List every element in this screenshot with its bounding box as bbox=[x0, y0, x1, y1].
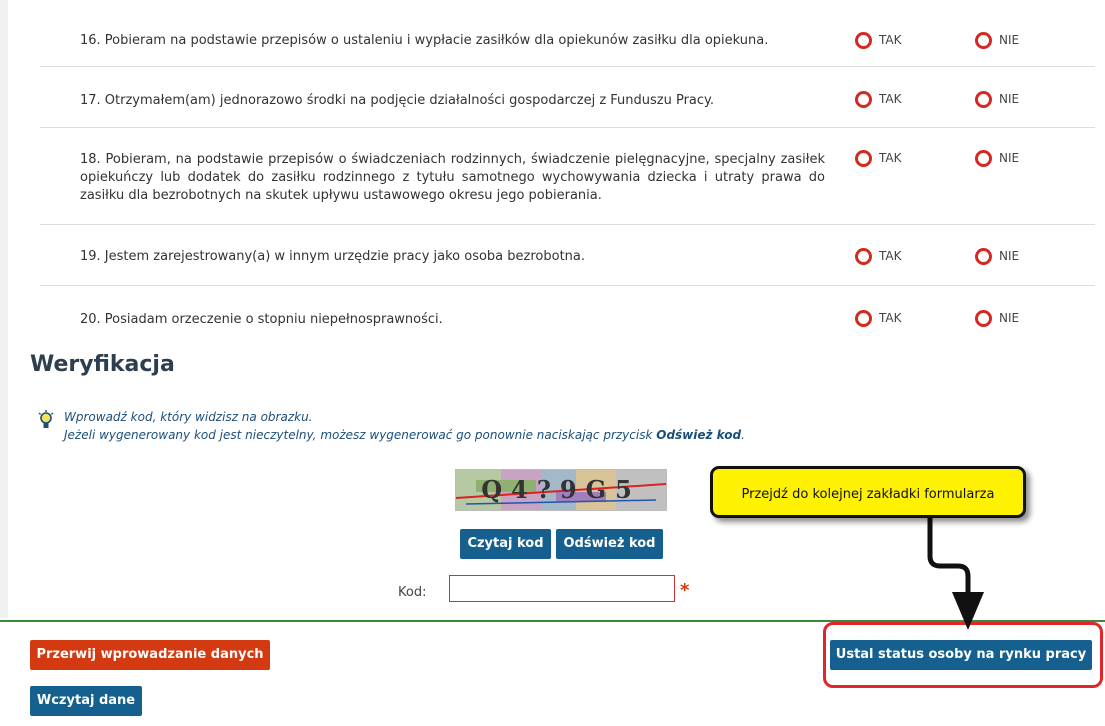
code-label: Kod: bbox=[398, 585, 427, 600]
hint-line-1: Wprowadź kod, który widzisz na obrazku. bbox=[64, 410, 313, 424]
radio-circle-icon bbox=[855, 31, 872, 49]
lightbulb-icon bbox=[38, 410, 54, 428]
radio-circle-icon bbox=[975, 309, 992, 327]
required-mark: * bbox=[680, 580, 690, 601]
code-input[interactable] bbox=[449, 575, 675, 602]
load-data-button[interactable]: Wczytaj dane bbox=[30, 686, 142, 716]
cancel-entry-button[interactable]: Przerwij wprowadzanie danych bbox=[30, 640, 270, 670]
radio-circle-icon bbox=[975, 247, 992, 265]
yes-label: TAK bbox=[879, 311, 902, 325]
captcha-image: Q4?9G5 bbox=[455, 469, 667, 511]
radio-circle-icon bbox=[855, 149, 872, 167]
radio-circle-icon bbox=[975, 31, 992, 49]
question-row: 17. Otrzymałem(am) jednorazowo środki na… bbox=[40, 66, 1095, 128]
yes-radio[interactable]: TAK bbox=[855, 247, 901, 265]
radio-circle-icon bbox=[855, 309, 872, 327]
radio-circle-icon bbox=[975, 90, 992, 108]
question-text: 17. Otrzymałem(am) jednorazowo środki na… bbox=[80, 93, 715, 108]
question-text: 18. Pobieram, na podstawie przepisów o ś… bbox=[80, 152, 825, 203]
no-label: NIE bbox=[999, 249, 1020, 263]
refresh-code-button[interactable]: Odśwież kod bbox=[556, 529, 663, 559]
read-code-button[interactable]: Czytaj kod bbox=[460, 529, 551, 559]
yes-label: TAK bbox=[879, 92, 902, 106]
question-text: 16. Pobieram na podstawie przepisów o us… bbox=[80, 33, 769, 48]
question-row: 16. Pobieram na podstawie przepisów o us… bbox=[40, 0, 1095, 67]
question-row: 18. Pobieram, na podstawie przepisów o ś… bbox=[40, 127, 1095, 225]
no-label: NIE bbox=[999, 151, 1020, 165]
yes-radio[interactable]: TAK bbox=[855, 31, 901, 49]
yes-radio[interactable]: TAK bbox=[855, 90, 901, 108]
question-text: 20. Posiadam orzeczenie o stopniu niepeł… bbox=[80, 312, 443, 327]
no-label: NIE bbox=[999, 311, 1020, 325]
no-radio[interactable]: NIE bbox=[975, 247, 1019, 265]
yes-radio[interactable]: TAK bbox=[855, 149, 901, 167]
section-title: Weryfikacja bbox=[30, 352, 175, 377]
question-row: 19. Jestem zarejestrowany(a) w innym urz… bbox=[40, 224, 1095, 286]
radio-circle-icon bbox=[855, 90, 872, 108]
hint-line-2: Jeżeli wygenerowany kod jest nieczytelny… bbox=[64, 428, 745, 442]
captcha-text: Q4?9G5 bbox=[481, 475, 641, 504]
radio-circle-icon bbox=[855, 247, 872, 265]
no-radio[interactable]: NIE bbox=[975, 90, 1019, 108]
arrow-down-icon bbox=[927, 518, 984, 630]
no-radio[interactable]: NIE bbox=[975, 31, 1019, 49]
no-radio[interactable]: NIE bbox=[975, 149, 1019, 167]
no-label: NIE bbox=[999, 33, 1020, 47]
yes-label: TAK bbox=[879, 249, 902, 263]
radio-circle-icon bbox=[975, 149, 992, 167]
yes-label: TAK bbox=[879, 33, 902, 47]
annotation-callout: Przejdź do kolejnej zakładki formularza bbox=[710, 466, 1026, 518]
hint-button-name: Odśwież kod bbox=[656, 428, 742, 442]
yes-radio[interactable]: TAK bbox=[855, 309, 901, 327]
no-radio[interactable]: NIE bbox=[975, 309, 1019, 327]
left-border bbox=[0, 0, 8, 618]
question-row: 20. Posiadam orzeczenie o stopniu niepeł… bbox=[40, 285, 1095, 346]
yes-label: TAK bbox=[879, 151, 902, 165]
question-text: 19. Jestem zarejestrowany(a) w innym urz… bbox=[80, 249, 586, 264]
no-label: NIE bbox=[999, 92, 1020, 106]
